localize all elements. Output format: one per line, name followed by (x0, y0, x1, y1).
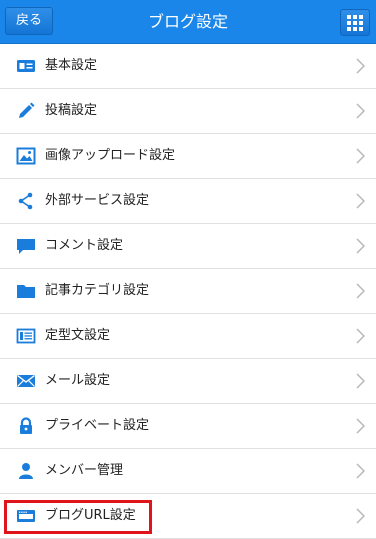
menu-item-label: ブログURL設定 (45, 508, 136, 523)
menu-item-label: 外部サービス設定 (45, 193, 150, 208)
chevron-right-icon (356, 193, 365, 209)
comment-icon (17, 239, 35, 254)
menu-item-label: 定型文設定 (45, 328, 111, 343)
chevron-right-icon (356, 508, 365, 524)
chevron-right-icon (356, 283, 365, 299)
menu-item-comment-settings[interactable]: コメント設定 (0, 224, 376, 269)
chevron-right-icon (356, 148, 365, 164)
menu-item-label: メール設定 (45, 373, 111, 388)
url-bar-icon (17, 510, 35, 522)
blog-settings-screen: ブログ設定 戻る 基本設定 投稿設定 画像アップロード設定 外部サービス設定 コ… (0, 0, 376, 539)
user-icon (19, 463, 33, 479)
settings-menu-list: 基本設定 投稿設定 画像アップロード設定 外部サービス設定 コメント設定 記事カ… (0, 44, 376, 539)
menu-item-mail-settings[interactable]: メール設定 (0, 359, 376, 404)
menu-item-basic-settings[interactable]: 基本設定 (0, 44, 376, 89)
grid-menu-icon (347, 15, 363, 31)
header-bar: ブログ設定 戻る (0, 0, 376, 44)
envelope-icon (17, 374, 35, 387)
share-icon (18, 192, 33, 210)
image-icon (16, 147, 36, 165)
chevron-right-icon (356, 328, 365, 344)
lock-icon (20, 417, 32, 434)
menu-item-label: コメント設定 (45, 238, 124, 253)
menu-item-member-management[interactable]: メンバー管理 (0, 449, 376, 494)
menu-item-post-settings[interactable]: 投稿設定 (0, 89, 376, 134)
folder-icon (17, 285, 35, 298)
menu-item-label: プライベート設定 (45, 418, 150, 433)
menu-item-private-settings[interactable]: プライベート設定 (0, 404, 376, 449)
id-card-icon (17, 60, 35, 72)
menu-item-image-upload-settings[interactable]: 画像アップロード設定 (0, 134, 376, 179)
template-icon (16, 328, 36, 344)
chevron-right-icon (356, 418, 365, 434)
chevron-right-icon (356, 238, 365, 254)
menu-item-label: 記事カテゴリ設定 (45, 283, 150, 298)
menu-item-label: 投稿設定 (45, 103, 98, 118)
menu-item-category-settings[interactable]: 記事カテゴリ設定 (0, 269, 376, 314)
chevron-right-icon (356, 58, 365, 74)
back-button[interactable]: 戻る (5, 7, 53, 35)
page-title: ブログ設定 (147, 12, 228, 31)
menu-item-label: 基本設定 (45, 58, 98, 73)
chevron-right-icon (356, 103, 365, 119)
menu-item-external-service-settings[interactable]: 外部サービス設定 (0, 179, 376, 224)
menu-item-blog-url-settings[interactable]: ブログURL設定 (0, 494, 376, 539)
menu-item-template-settings[interactable]: 定型文設定 (0, 314, 376, 359)
chevron-right-icon (356, 373, 365, 389)
pencil-icon (19, 102, 35, 118)
menu-item-label: 画像アップロード設定 (45, 148, 176, 163)
chevron-right-icon (356, 463, 365, 479)
grid-menu-button[interactable] (340, 9, 370, 36)
menu-item-label: メンバー管理 (45, 463, 124, 478)
